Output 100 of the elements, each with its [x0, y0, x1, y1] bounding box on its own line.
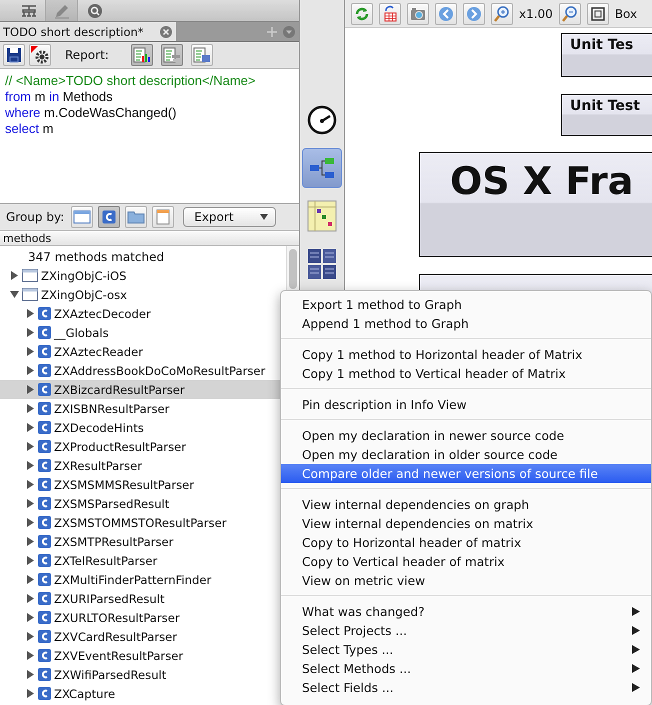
disclosure-triangle-icon[interactable]: [26, 366, 35, 375]
type-name: ZXVEventResultParser: [54, 648, 184, 662]
report-icon: [132, 47, 151, 63]
disclosure-triangle-icon[interactable]: [26, 613, 35, 622]
type-name: __Globals: [54, 326, 109, 340]
class-icon: [38, 459, 51, 472]
save-button[interactable]: [3, 44, 25, 66]
close-icon[interactable]: [160, 26, 172, 38]
disclosure-triangle-icon[interactable]: [26, 461, 35, 470]
pencil-icon: [54, 2, 70, 18]
back-icon: [437, 4, 455, 22]
type-name: ZXURLTOResultParser: [54, 610, 180, 624]
folder-icon: [127, 210, 146, 224]
code-line: select m: [5, 121, 54, 137]
class-icon: [38, 554, 51, 567]
disclosure-triangle-icon[interactable]: [26, 328, 35, 337]
report-button[interactable]: [190, 44, 213, 66]
class-icon: [38, 535, 51, 548]
class-icon: [38, 497, 51, 510]
disclosure-triangle-icon[interactable]: [26, 309, 35, 318]
report-icon: [162, 47, 181, 63]
class-icon: [38, 478, 51, 491]
forward-icon: [465, 4, 483, 22]
disclosure-triangle-icon[interactable]: [26, 480, 35, 489]
disclosure-triangle-icon[interactable]: [26, 518, 35, 527]
column-header[interactable]: methods: [0, 230, 299, 246]
group-by-label: Group by:: [6, 210, 64, 224]
disclosure-triangle-icon[interactable]: [26, 556, 35, 565]
report-button[interactable]: [130, 44, 153, 66]
toolbar-button[interactable]: [379, 2, 401, 24]
disclosure-triangle-icon[interactable]: [26, 385, 35, 394]
disclosure-triangle-icon[interactable]: [26, 689, 35, 698]
type-name: ZXISBNResultParser: [54, 402, 170, 416]
matrix-icon: [307, 200, 337, 232]
type-name: ZXSMTPResultParser: [54, 534, 174, 548]
settings-button[interactable]: [29, 44, 51, 66]
disclosure-triangle-icon[interactable]: [26, 499, 35, 508]
file-icon: [156, 209, 170, 225]
disclosure-triangle-icon[interactable]: [10, 290, 19, 299]
graph-node[interactable]: Unit Tes: [561, 33, 652, 77]
type-name: ZXCapture: [54, 686, 116, 700]
class-icon: [38, 668, 51, 681]
disclosure-triangle-icon[interactable]: [26, 423, 35, 432]
settings-icon: [31, 46, 49, 64]
group-by-button[interactable]: [125, 206, 148, 228]
class-icon: [38, 307, 51, 320]
type-name: ZXDecodeHints: [54, 420, 144, 434]
type-name: ZXURIParsedResult: [54, 592, 165, 606]
graph-node[interactable]: Unit Test: [561, 94, 652, 136]
disclosure-triangle-icon[interactable]: [26, 670, 35, 679]
group-by-button[interactable]: [152, 206, 174, 228]
project-name: ZXingObjC-iOS: [41, 268, 127, 282]
type-name: ZXSMSMMSResultParser: [54, 478, 194, 492]
type-name: ZXMultiFinderPatternFinder: [54, 572, 212, 586]
treemap-icon: [307, 248, 337, 280]
class-icon: [38, 649, 51, 662]
type-name: ZXProductResultParser: [54, 440, 186, 454]
disclosure-triangle-icon[interactable]: [26, 404, 35, 413]
window-icon: [22, 269, 38, 282]
disclosure-triangle-icon[interactable]: [26, 594, 35, 603]
class-icon: [38, 611, 51, 624]
disclosure-triangle-icon[interactable]: [26, 347, 35, 356]
export-dropdown[interactable]: Export: [183, 207, 276, 227]
class-icon: [38, 421, 51, 434]
type-name: ZXTelResultParser: [54, 554, 158, 568]
type-name: ZXSMSParsedResult: [54, 496, 170, 510]
group-by-button[interactable]: [71, 206, 94, 228]
class-icon: [102, 210, 116, 224]
disclosure-triangle-icon[interactable]: [26, 442, 35, 451]
fit-icon: [588, 4, 607, 22]
menu-item[interactable]: Compare older and newer versions of source file: [281, 464, 651, 483]
report-button[interactable]: [160, 44, 183, 66]
report-label: Report:: [65, 48, 109, 62]
network-icon: [20, 4, 36, 16]
tree-item[interactable]: ZXingObjC-iOS: [0, 266, 286, 285]
disclosure-triangle-icon[interactable]: [26, 632, 35, 641]
match-count: 347 methods matched: [27, 248, 166, 266]
window-icon: [22, 288, 38, 301]
class-icon: [38, 345, 51, 358]
class-icon: [38, 326, 51, 339]
disclosure-triangle-icon[interactable]: [26, 575, 35, 584]
disclosure-triangle-icon[interactable]: [26, 537, 35, 546]
class-icon: [38, 687, 51, 700]
query-tab[interactable]: TODO short description*: [0, 22, 176, 41]
type-name: ZXSMSTOMMSTOResultParser: [54, 516, 226, 530]
toolbar-button[interactable]: [586, 2, 609, 24]
zoom-out-icon: [560, 4, 579, 22]
class-icon: [38, 440, 51, 453]
search-icon: [86, 2, 102, 18]
type-name: ZXWifiParsedResult: [54, 668, 166, 682]
disclosure-triangle-icon[interactable]: [26, 651, 35, 660]
window-icon: [73, 210, 92, 224]
type-name: ZXAztecDecoder: [54, 306, 151, 320]
group-by-button[interactable]: [98, 206, 120, 228]
class-icon: [38, 383, 51, 396]
code-editor[interactable]: // <Name>TODO short description</Name> from m in Methods where m.CodeWasChanged() select m: [0, 69, 299, 204]
class-icon: [38, 592, 51, 605]
disclosure-triangle-icon[interactable]: [10, 271, 19, 280]
graph-node[interactable]: OS X Fra: [419, 152, 652, 257]
code-line: where m.CodeWasChanged(): [5, 105, 178, 121]
